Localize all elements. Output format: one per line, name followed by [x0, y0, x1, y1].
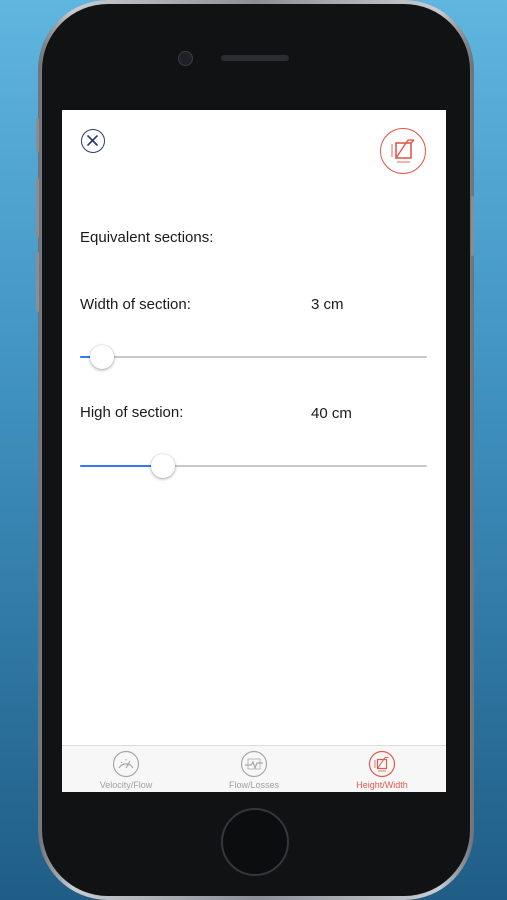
height-label: High of section:: [80, 404, 184, 421]
tab-label: Height/Width: [356, 780, 408, 790]
gauge-icon: [112, 750, 140, 778]
tab-bar: Velocity/Flow Flow/Losses Height/Width: [62, 745, 446, 792]
tab-label: Flow/Losses: [228, 780, 280, 790]
home-button[interactable]: [221, 808, 289, 876]
tab-velocity-flow[interactable]: Velocity/Flow: [62, 746, 190, 792]
phone-volume-up: [36, 178, 39, 238]
close-button[interactable]: [81, 129, 105, 153]
height-slider-thumb[interactable]: [151, 454, 176, 478]
height-value: 40 cm: [311, 405, 352, 422]
width-value: 3 cm: [311, 296, 344, 313]
app-screen: Equivalent sections: Width of section: 3…: [62, 110, 446, 792]
tab-label: Velocity/Flow: [99, 780, 153, 790]
width-slider-thumb[interactable]: [89, 345, 114, 369]
earpiece-speaker: [221, 55, 289, 61]
section-title: Equivalent sections:: [80, 229, 214, 246]
flow-losses-icon: [240, 750, 268, 778]
tab-flow-losses[interactable]: Flow/Losses: [190, 746, 318, 792]
phone-side-button: [36, 118, 39, 152]
front-camera: [178, 51, 193, 66]
section-mode-button[interactable]: [380, 128, 426, 174]
width-slider-track: [80, 356, 427, 358]
width-slider[interactable]: [80, 342, 427, 372]
section-dimensions-icon: [391, 139, 415, 163]
phone-power-button: [471, 196, 474, 256]
close-circle-icon: [87, 135, 98, 146]
width-label: Width of section:: [80, 296, 191, 313]
section-dimensions-icon: [368, 750, 396, 778]
tab-height-width[interactable]: Height/Width: [318, 746, 446, 792]
phone-volume-down: [36, 252, 39, 312]
height-slider[interactable]: [80, 451, 427, 481]
